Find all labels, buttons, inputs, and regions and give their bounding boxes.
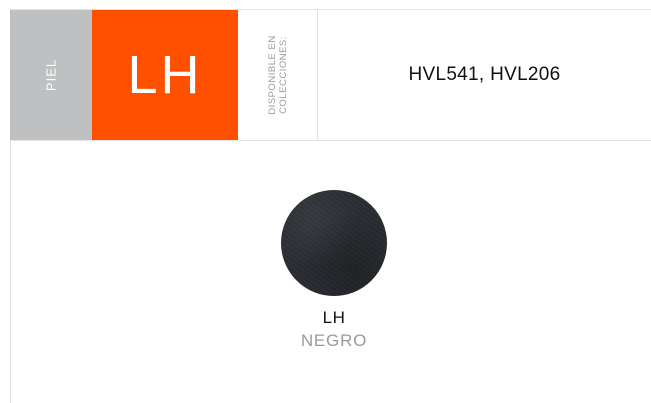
- material-sheet: PIEL LH DISPONIBLE EN COLECCIONES: HVL54…: [0, 0, 651, 403]
- material-header: PIEL LH DISPONIBLE EN COLECCIONES: HVL54…: [10, 9, 651, 141]
- availability-label: DISPONIBLE EN COLECCIONES:: [267, 35, 289, 114]
- availability-cell: DISPONIBLE EN COLECCIONES:: [238, 10, 318, 140]
- swatch-code: LH: [322, 308, 346, 327]
- left-divider: [10, 141, 11, 403]
- swatch-name: NEGRO: [300, 331, 368, 350]
- collections-cell: HVL541, HVL206: [318, 10, 651, 140]
- swatch-item: LH NEGRO: [254, 190, 414, 351]
- availability-line-1: DISPONIBLE EN: [266, 35, 278, 115]
- material-code-cell: LH: [92, 10, 238, 140]
- collections-list: HVL541, HVL206: [408, 64, 561, 85]
- availability-line-2: COLECCIONES:: [277, 36, 289, 114]
- leather-swatch: [281, 190, 387, 296]
- material-code: LH: [127, 45, 203, 105]
- category-label: PIEL: [43, 58, 59, 92]
- category-cell: PIEL: [10, 10, 92, 140]
